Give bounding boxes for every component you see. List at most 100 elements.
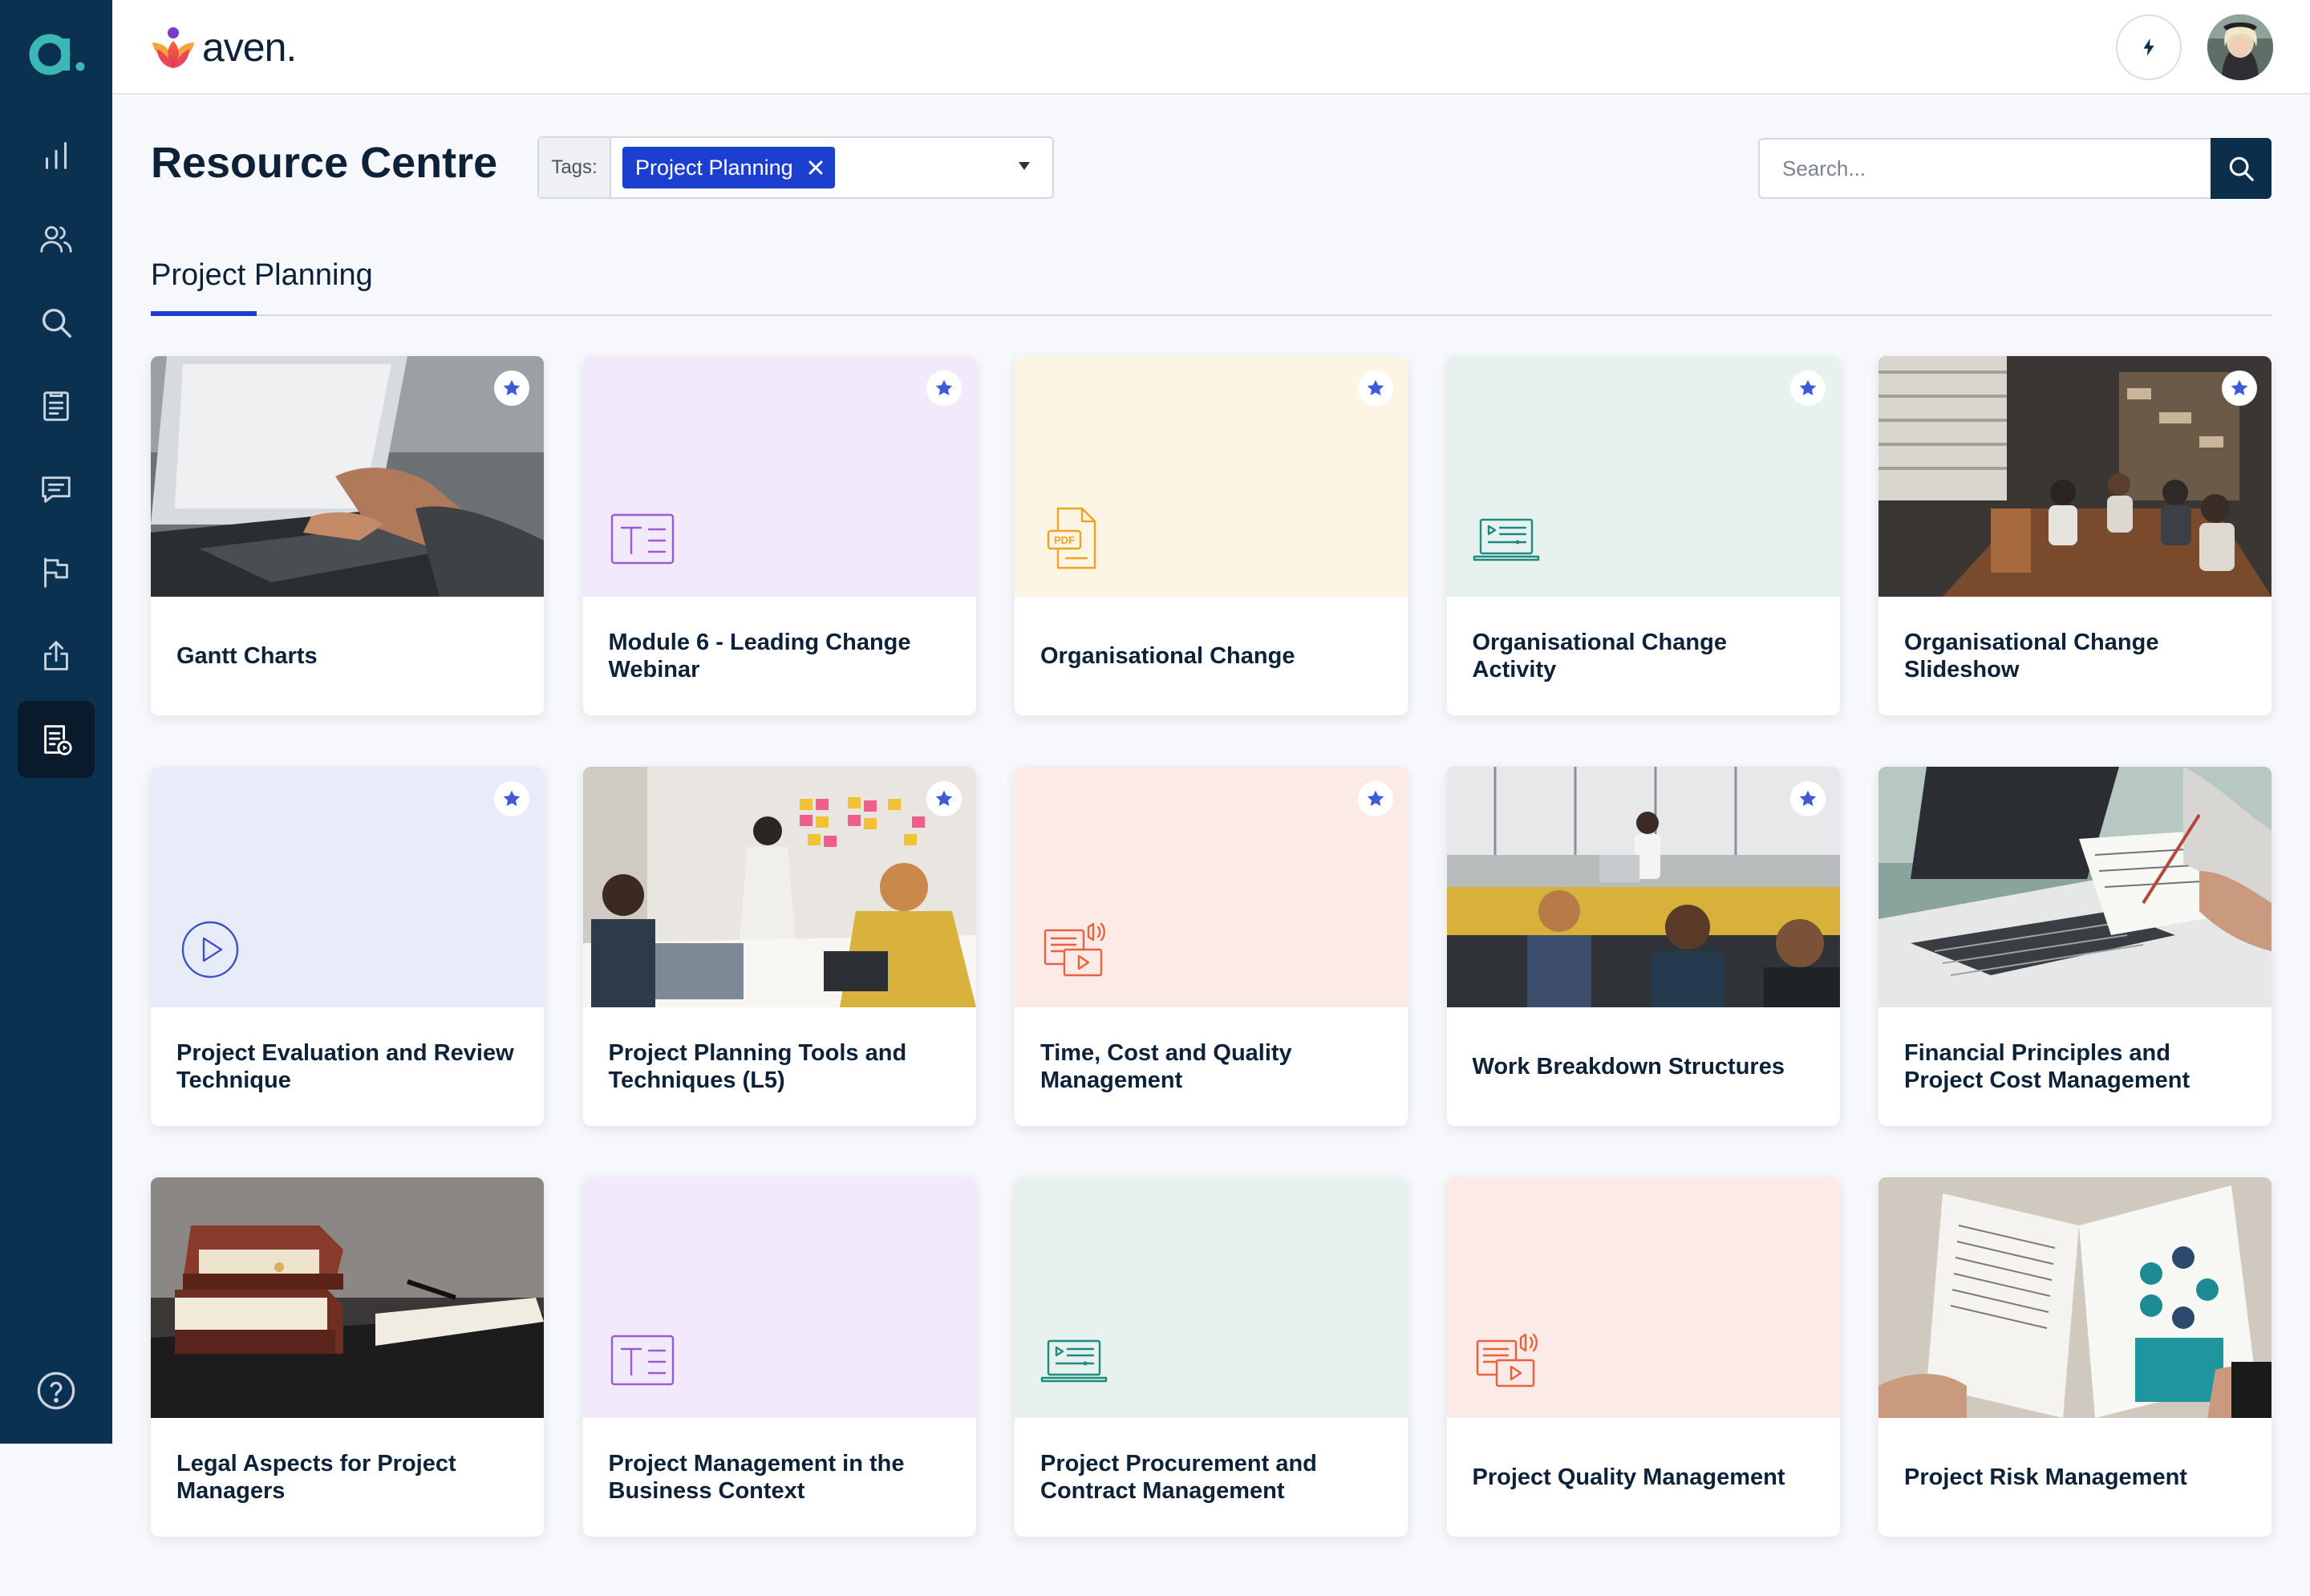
resource-card-media: PDF: [1015, 356, 1408, 597]
resource-card[interactable]: Work Breakdown Structures: [1446, 767, 1840, 1126]
sidebar-item-clipboard[interactable]: [18, 367, 95, 444]
favourite-button[interactable]: [494, 371, 529, 406]
search-bar: [1758, 138, 2272, 199]
resource-card[interactable]: Gantt Charts: [151, 356, 544, 715]
resource-card[interactable]: Organisational Change Slideshow: [1878, 356, 2272, 715]
favourite-button[interactable]: [1789, 781, 1826, 816]
quick-actions-button[interactable]: [2116, 14, 2182, 80]
presentation-audio-icon: [1476, 1333, 1538, 1387]
sidebar: [0, 0, 112, 1444]
resource-card-title: Organisational Change Slideshow: [1904, 630, 2159, 683]
tags-filter[interactable]: Tags: Project Planning: [537, 136, 1054, 199]
resource-card[interactable]: Financial Principles and Project Cost Ma…: [1878, 767, 2272, 1126]
resource-card-title: Module 6 - Leading Change Webinar: [608, 630, 911, 683]
resource-card[interactable]: Project Quality Management: [1446, 1177, 1840, 1537]
resource-card-body: Module 6 - Leading Change Webinar: [583, 597, 976, 715]
text-document-icon: [610, 1335, 674, 1386]
search-button[interactable]: [2211, 138, 2272, 199]
caret-down-icon[interactable]: [1019, 162, 1030, 170]
tag-chip-label: Project Planning: [635, 155, 793, 180]
resource-card-title: Project Procurement and Contract Managem…: [1040, 1451, 1317, 1504]
resource-card-media: [1878, 1177, 2272, 1418]
brand-name: aven.: [202, 25, 297, 70]
bar-chart-icon: [45, 142, 67, 169]
resource-card-media: [1878, 767, 2272, 1007]
user-avatar[interactable]: [2207, 14, 2273, 80]
resource-card-body: Project Procurement and Contract Managem…: [1015, 1418, 1408, 1537]
close-icon[interactable]: [808, 160, 824, 176]
lotus-logo-icon: [152, 27, 194, 68]
star-icon: [1367, 790, 1384, 806]
resource-card[interactable]: Time, Cost and Quality Management: [1015, 767, 1408, 1126]
resource-card-body: Legal Aspects for Project Managers: [151, 1418, 544, 1537]
resource-card[interactable]: Project Risk Management: [1878, 1177, 2272, 1537]
photo-magazine-image: [1878, 1177, 2272, 1418]
star-icon: [503, 379, 521, 395]
chat-icon: [42, 476, 71, 503]
avatar-photo-icon: [2207, 14, 2273, 80]
resource-card-title: Work Breakdown Structures: [1472, 1054, 1785, 1080]
photo-laptop-notes-image: [1878, 767, 2272, 1007]
resource-card-body: Project Management in the Business Conte…: [583, 1418, 976, 1537]
sidebar-item-goals[interactable]: [18, 534, 95, 611]
tags-label: Tags:: [539, 138, 611, 197]
bolt-icon: [2143, 38, 2154, 56]
resource-card-media: [1446, 1177, 1840, 1418]
resource-card-title: Project Planning Tools and Techniques (L…: [608, 1040, 907, 1093]
resource-card-body: Gantt Charts: [151, 597, 544, 715]
favourite-button[interactable]: [1358, 781, 1393, 816]
play-circle-icon: [181, 921, 239, 978]
photo-sticky-notes-image: [582, 767, 976, 1007]
favourite-button[interactable]: [1789, 371, 1826, 406]
favourite-button[interactable]: [2222, 371, 2257, 406]
resource-card[interactable]: Project Management in the Business Conte…: [582, 1177, 976, 1537]
favourite-button[interactable]: [1358, 371, 1393, 406]
sidebar-item-messages[interactable]: [18, 451, 95, 528]
resource-card-body: Organisational Change Slideshow: [1878, 597, 2272, 715]
resource-card[interactable]: Project Evaluation and Review Technique: [151, 767, 544, 1126]
help-icon[interactable]: [35, 1370, 77, 1412]
search-input[interactable]: [1758, 138, 2211, 199]
resource-card[interactable]: Legal Aspects for Project Managers: [151, 1177, 544, 1537]
resource-card-title: Project Risk Management: [1904, 1464, 2187, 1490]
brand-logo[interactable]: aven.: [149, 24, 297, 71]
svg-text:PDF: PDF: [1054, 534, 1075, 546]
aven-logo-icon[interactable]: [24, 19, 88, 83]
tab-active-indicator: [151, 311, 257, 316]
resource-card[interactable]: Project Planning Tools and Techniques (L…: [582, 767, 976, 1126]
flag-icon: [44, 557, 68, 588]
resource-card-media: [582, 1177, 976, 1418]
sidebar-item-resources[interactable]: [18, 701, 95, 778]
star-icon: [503, 790, 521, 806]
favourite-button[interactable]: [926, 781, 962, 816]
star-icon: [1799, 790, 1816, 806]
resource-card-media: [1015, 1177, 1408, 1418]
favourite-button[interactable]: [494, 781, 529, 816]
sidebar-item-users[interactable]: [18, 201, 95, 277]
resource-card-title: Time, Cost and Quality Management: [1040, 1040, 1292, 1093]
resource-card[interactable]: Project Procurement and Contract Managem…: [1015, 1177, 1408, 1537]
resource-card-body: Project Planning Tools and Techniques (L…: [583, 1007, 976, 1126]
tag-chip-project-planning[interactable]: Project Planning: [622, 147, 835, 188]
resource-card-media: [1446, 767, 1840, 1007]
sidebar-item-analytics[interactable]: [18, 117, 95, 194]
resource-card[interactable]: Organisational Change Activity: [1446, 356, 1840, 715]
resource-card[interactable]: Module 6 - Leading Change Webinar: [582, 356, 976, 715]
resource-card-title: Legal Aspects for Project Managers: [176, 1451, 456, 1504]
section-divider: [151, 314, 2272, 316]
presentation-audio-icon: [1044, 922, 1105, 977]
text-document-icon: [610, 513, 674, 565]
resource-card-title: Project Evaluation and Review Technique: [176, 1040, 514, 1093]
upload-icon: [44, 641, 68, 670]
resource-card-body: Organisational Change Activity: [1447, 597, 1840, 715]
laptop-video-icon: [1040, 1339, 1108, 1383]
resource-grid: Gantt Charts Module 6 - Leading Change We…: [151, 356, 2272, 1537]
resource-card[interactable]: PDF Organisational Change: [1015, 356, 1408, 715]
sidebar-item-search[interactable]: [18, 284, 95, 361]
tab-project-planning[interactable]: Project Planning: [151, 258, 373, 293]
search-icon: [2229, 156, 2254, 181]
resource-card-media: [582, 356, 976, 597]
favourite-button[interactable]: [926, 371, 962, 406]
sidebar-item-upload[interactable]: [18, 618, 95, 695]
photo-laptop-typing-image: [151, 356, 544, 597]
